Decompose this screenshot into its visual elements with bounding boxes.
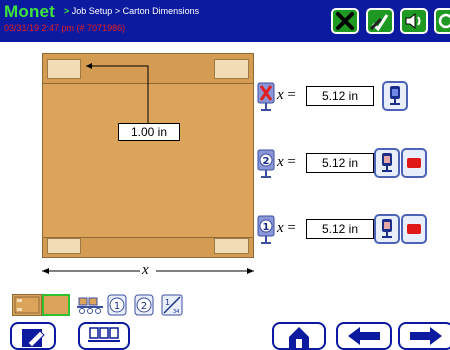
- measure-icon: 1 34: [161, 294, 183, 316]
- svg-text:34: 34: [173, 309, 179, 315]
- conveyor-glyph-icon: [77, 297, 103, 314]
- x-axis-label: x: [142, 262, 149, 278]
- sensor-1-stop-button[interactable]: [401, 214, 427, 244]
- stop-icon: [407, 224, 421, 234]
- var-label: x =: [277, 220, 296, 236]
- sensor-select-icon: [382, 219, 392, 238]
- var-label: x =: [277, 87, 296, 103]
- svg-text:1: 1: [165, 298, 170, 307]
- sensor-select-icon: [382, 153, 392, 172]
- step-toolbar: 1 2 1 34: [9, 292, 199, 318]
- edit-icon: [22, 329, 45, 347]
- carton-small-icon: [14, 296, 40, 314]
- sensor-2-select-button[interactable]: [374, 148, 400, 178]
- back-icon: [348, 327, 380, 345]
- measurement-label: 1.00 in: [118, 123, 180, 141]
- toolbar-sensor-1-button[interactable]: 1: [106, 294, 128, 316]
- conveyor-icon: [88, 327, 120, 342]
- toolbar-sensor-2-button[interactable]: 2: [133, 294, 155, 316]
- sensor-1-icon[interactable]: 1: [257, 215, 275, 245]
- x-dimension-line: [42, 268, 254, 274]
- svg-text:2: 2: [263, 156, 270, 167]
- sensor-1-icon: 1: [107, 294, 127, 316]
- sensor-x-value[interactable]: 5.12 in: [306, 86, 374, 106]
- sensor-1-value[interactable]: 5.12 in: [306, 219, 374, 239]
- sensor-2-value[interactable]: 5.12 in: [306, 153, 374, 173]
- stop-icon: [407, 158, 421, 168]
- conveyor-icon[interactable]: [75, 294, 105, 316]
- sensor-disabled-icon[interactable]: [257, 82, 275, 112]
- box-icon[interactable]: [42, 294, 70, 316]
- sensor-x-select-button[interactable]: [382, 81, 408, 111]
- sensor-row-1: 1 x = 5.12 in: [257, 214, 432, 248]
- sensor-2-icon[interactable]: 2: [257, 149, 275, 179]
- home-icon: [289, 327, 309, 348]
- sensor-2-stop-button[interactable]: [401, 148, 427, 178]
- sensor-select-icon: [390, 86, 400, 105]
- var-label: x =: [277, 154, 296, 170]
- sensor-row-2: 2 x = 5.12 in: [257, 148, 432, 182]
- sensor-1-select-button[interactable]: [374, 214, 400, 244]
- measure-button[interactable]: 1 34: [160, 294, 184, 316]
- forward-icon: [410, 327, 442, 345]
- sensor-row-x: x = 5.12 in: [257, 81, 417, 115]
- carton-icon[interactable]: [12, 294, 42, 316]
- svg-text:1: 1: [114, 301, 120, 312]
- box-selected-icon: [46, 297, 66, 313]
- svg-text:2: 2: [141, 301, 147, 312]
- bottom-nav: [0, 318, 450, 350]
- svg-text:1: 1: [263, 222, 270, 233]
- sensor-2-icon: 2: [134, 294, 154, 316]
